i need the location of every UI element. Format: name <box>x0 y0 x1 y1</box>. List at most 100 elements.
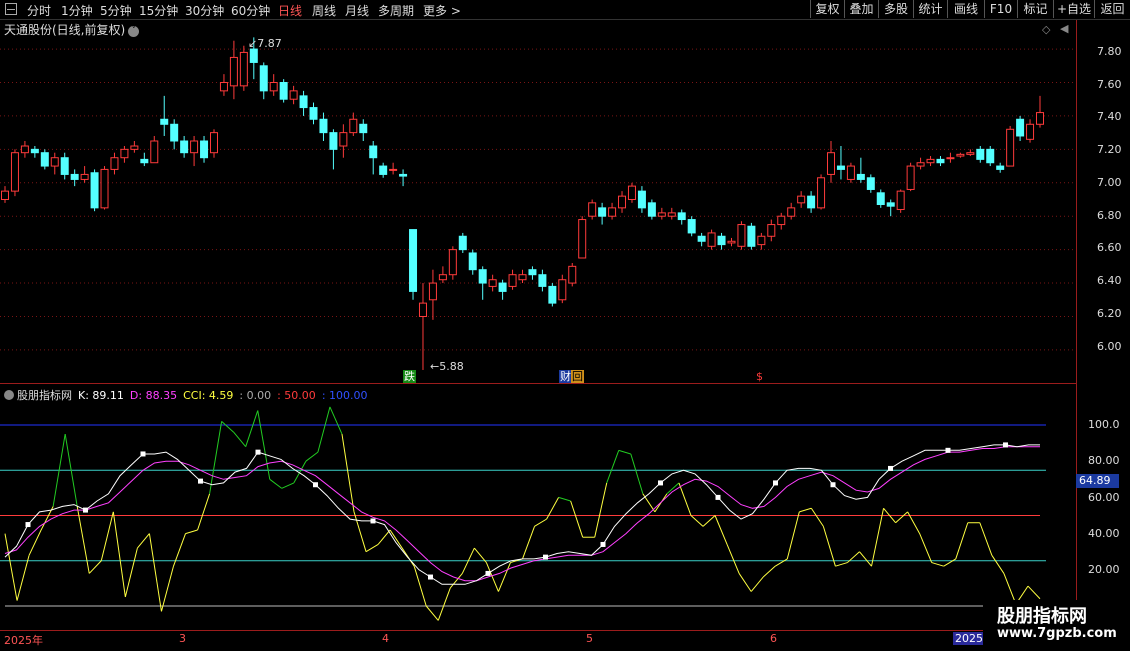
candle <box>10 149 19 197</box>
cci-segment <box>4 533 18 601</box>
period-multi[interactable]: 多周期 <box>378 2 414 19</box>
kline-chart[interactable] <box>0 20 1076 630</box>
k-marker <box>83 507 88 513</box>
candle-body <box>438 274 447 281</box>
candle-body <box>200 140 209 159</box>
cci-segment <box>365 544 379 553</box>
candle-body <box>249 48 258 63</box>
candle-body <box>488 279 497 287</box>
cci-segment <box>209 421 223 494</box>
candle-body <box>866 177 875 190</box>
candle <box>946 152 955 163</box>
candle-body <box>150 140 159 164</box>
candle-body <box>359 123 368 134</box>
ind-tick: 80.00 <box>1088 454 1120 467</box>
line0-value: : 0.00 <box>239 389 272 402</box>
mark-button[interactable]: 标记 <box>1017 0 1053 18</box>
candle-body <box>30 148 39 154</box>
cci-segment <box>449 573 463 589</box>
k-marker <box>1003 442 1008 448</box>
candle <box>349 112 358 136</box>
date-label: 4 <box>382 632 389 645</box>
add-watchlist-button[interactable]: +自选 <box>1053 0 1094 18</box>
candle <box>956 152 965 158</box>
k-markers <box>25 442 1008 580</box>
candle <box>70 169 79 187</box>
period-60min[interactable]: 60分钟 <box>231 2 270 19</box>
cci-segment <box>245 410 259 447</box>
candle-body <box>1016 118 1025 137</box>
cci-segment <box>931 562 944 567</box>
price-axis[interactable]: 7.80 7.60 7.40 7.20 7.00 6.80 6.60 6.40 … <box>1076 20 1130 630</box>
candle <box>727 237 736 247</box>
candle-body <box>518 274 527 281</box>
cci-segment <box>329 406 343 435</box>
candle <box>498 279 507 300</box>
overlay-button[interactable]: 叠加 <box>844 0 878 18</box>
candle <box>747 222 756 250</box>
badge-dollar[interactable]: $ <box>755 370 764 383</box>
candle-body <box>936 158 945 164</box>
candle-body <box>70 173 79 180</box>
panel-separator <box>0 383 1076 384</box>
candle-body <box>90 172 99 209</box>
candle-body <box>140 158 149 164</box>
cci-segment <box>16 555 30 601</box>
candle-body <box>767 224 776 237</box>
period-daily[interactable]: 日线 <box>278 2 302 19</box>
candle-body <box>787 207 796 217</box>
candle <box>309 102 318 125</box>
candle <box>1036 95 1044 128</box>
f10-button[interactable]: F10 <box>984 0 1017 18</box>
period-30min[interactable]: 30分钟 <box>185 2 224 19</box>
y-tick: 6.60 <box>1097 241 1122 254</box>
candle <box>219 74 228 96</box>
k-marker <box>888 465 893 471</box>
multi-stock-button[interactable]: 多股 <box>878 0 913 18</box>
candle <box>170 119 179 150</box>
menu-icon[interactable] <box>5 3 17 15</box>
k-marker <box>255 449 261 455</box>
candle-body <box>180 140 189 154</box>
stats-button[interactable]: 统计 <box>913 0 947 18</box>
period-1min[interactable]: 1分钟 <box>61 2 93 19</box>
candle <box>707 229 716 250</box>
period-monthly[interactable]: 月线 <box>345 2 369 19</box>
cci-segment <box>822 526 836 567</box>
cci-segment <box>88 560 102 574</box>
k-marker <box>198 478 203 484</box>
cci-segment <box>136 533 150 549</box>
candle <box>1026 119 1035 143</box>
candle-body <box>747 225 756 247</box>
candle-body <box>657 212 666 217</box>
candle <box>150 135 159 164</box>
period-15min[interactable]: 15分钟 <box>139 2 178 19</box>
candle <box>936 156 945 167</box>
period-fenshi[interactable]: 分时 <box>27 2 51 19</box>
candle <box>299 90 308 116</box>
fuquan-button[interactable]: 复权 <box>810 0 844 18</box>
candle <box>667 207 676 220</box>
candle <box>319 112 328 141</box>
indicator-name[interactable]: 股朋指标网 <box>17 389 72 402</box>
candle-body <box>916 162 925 167</box>
k-marker <box>658 480 663 486</box>
period-5min[interactable]: 5分钟 <box>100 2 132 19</box>
badge-die[interactable]: 跌 <box>403 370 416 383</box>
candle <box>787 202 796 220</box>
indicator-menu-icon[interactable] <box>4 390 14 400</box>
period-more[interactable]: 更多 > <box>423 2 461 19</box>
candle-body <box>926 158 935 164</box>
candle-body <box>20 145 29 154</box>
badge-hui[interactable]: 回 <box>571 370 584 383</box>
candle-body <box>817 177 826 209</box>
draw-button[interactable]: 画线 <box>947 0 984 18</box>
cci-segment <box>425 605 439 621</box>
period-weekly[interactable]: 周线 <box>312 2 336 19</box>
candle <box>836 146 845 180</box>
back-button[interactable]: 返回 <box>1094 0 1130 18</box>
candle <box>627 182 636 203</box>
date-axis[interactable]: 2025年 3 4 5 6 2025/ <box>0 630 1076 651</box>
candle <box>856 157 865 183</box>
candle <box>458 232 467 253</box>
